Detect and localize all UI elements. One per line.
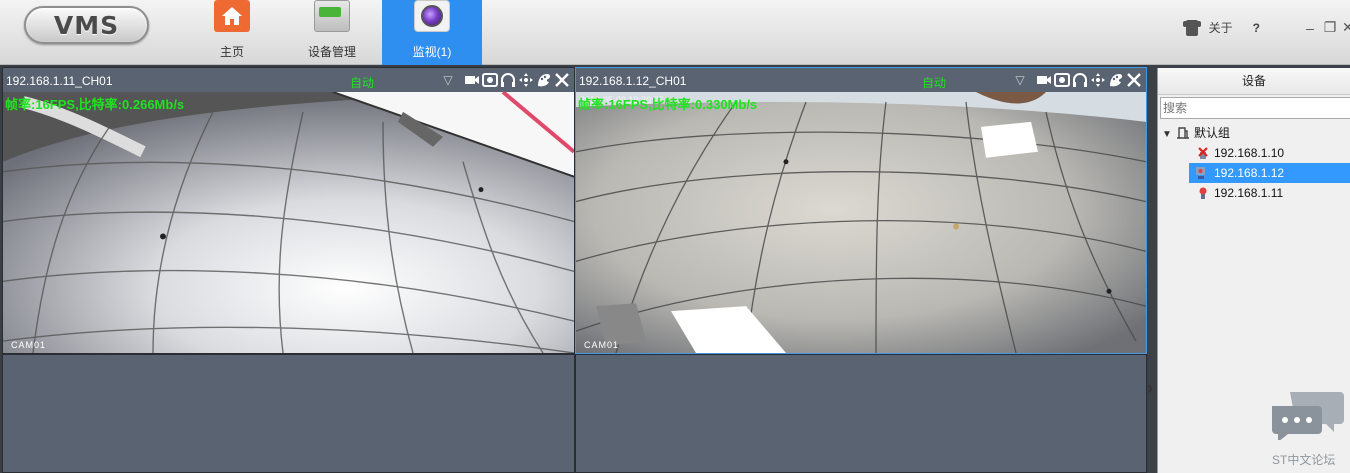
tab-home-label: 主页 <box>219 45 244 59</box>
video-pane-3[interactable] <box>2 354 575 473</box>
video-grid: 192.168.1.11_CH01 自动 ▽ 帧率:16FPS,比特率:0.26… <box>0 65 1148 473</box>
pane-toolbar: ▽ <box>1012 72 1142 88</box>
snapshot-icon[interactable] <box>1054 72 1070 88</box>
pane-title: 192.168.1.11_CH01 <box>6 74 113 88</box>
video-feed-2[interactable]: 2016-05-09 19:30:25 帧率:16FPS,比特率:0.330Mb… <box>576 92 1146 353</box>
close-pane-icon[interactable] <box>554 72 570 88</box>
video-pane-2[interactable]: 192.168.1.12_CH01 自动 ▽ 2016-05-09 19:30:… <box>575 67 1147 354</box>
about-link[interactable]: 关于 <box>1209 19 1233 36</box>
device-item[interactable]: 192.168.1.11 <box>1158 183 1350 203</box>
tshirt-icon[interactable] <box>1182 19 1201 36</box>
device-offline-icon <box>1198 147 1208 159</box>
snapshot-icon[interactable] <box>482 72 498 88</box>
stream-stats: 帧率:16FPS,比特率:0.266Mb/s <box>5 97 185 112</box>
group-icon <box>1177 127 1189 139</box>
pane-toolbar: ▽ <box>440 72 570 88</box>
top-toolbar: VMS 主页 设备管理 监视(1) 关于 ? – ❐ ✕ <box>0 0 1350 65</box>
camera-lens-icon <box>414 0 450 32</box>
video-pane-4[interactable] <box>575 354 1147 473</box>
image-settings-icon[interactable] <box>1108 72 1124 88</box>
forum-chat-icon <box>1272 392 1344 440</box>
video-feed-1[interactable]: 帧率:16FPS,比特率:0.266Mb/s CAM01 <box>3 92 574 353</box>
image-settings-icon[interactable] <box>536 72 552 88</box>
camera-label: CAM01 <box>11 340 47 350</box>
sidebar-title: 设备 <box>1158 68 1350 95</box>
collapse-sidebar-icon[interactable]: › <box>1147 375 1157 401</box>
ptz-icon[interactable] <box>1090 72 1106 88</box>
pane-header: 192.168.1.11_CH01 自动 ▽ <box>3 68 574 92</box>
tab-monitor-label: 监视(1) <box>412 45 452 59</box>
device-online-icon <box>1196 167 1205 179</box>
device-ip: 192.168.1.11 <box>1214 186 1284 200</box>
watermark-text: ST中文论坛 <box>1272 453 1336 467</box>
device-search-input[interactable] <box>1160 97 1350 119</box>
vms-logo: VMS <box>24 6 149 44</box>
tab-device-management-label: 设备管理 <box>307 45 356 59</box>
device-online-icon <box>1199 187 1207 199</box>
ceiling-image-1 <box>3 92 574 353</box>
close-pane-icon[interactable] <box>1126 72 1142 88</box>
home-icon <box>214 0 250 32</box>
device-ip: 192.168.1.10 <box>1214 146 1285 160</box>
pane-title: 192.168.1.12_CH01 <box>579 74 687 88</box>
device-manager-icon <box>314 0 350 32</box>
record-icon[interactable] <box>1036 72 1052 88</box>
dropdown-icon[interactable]: ▽ <box>440 72 456 88</box>
stream-stats: 帧率:16FPS,比特率:0.330Mb/s <box>578 97 758 112</box>
video-pane-1[interactable]: 192.168.1.11_CH01 自动 ▽ 帧率:16FPS,比特率:0.26… <box>2 67 575 354</box>
device-item[interactable]: 192.168.1.10 <box>1158 143 1350 163</box>
ceiling-image-2 <box>576 92 1146 353</box>
expand-arrow-icon[interactable]: ▼ <box>1162 125 1174 145</box>
help-button[interactable]: ? <box>1253 21 1260 35</box>
restore-icon[interactable]: ❐ <box>1322 19 1338 36</box>
device-ip: 192.168.1.12 <box>1214 166 1285 180</box>
headphone-icon[interactable] <box>1072 72 1088 88</box>
group-label: 默认组 <box>1194 126 1231 140</box>
stream-mode[interactable]: 自动 <box>350 74 374 91</box>
ptz-icon[interactable] <box>518 72 534 88</box>
tab-device-management[interactable]: 设备管理 <box>282 0 382 65</box>
device-tree: ▼ 默认组 192.168.1.10 192.168.1.12 192.168.1… <box>1158 123 1350 203</box>
tab-monitor[interactable]: 监视(1) <box>382 0 482 65</box>
close-window-icon[interactable]: ✕ <box>1342 19 1350 36</box>
headphone-icon[interactable] <box>500 72 516 88</box>
tree-group-default[interactable]: ▼ 默认组 <box>1158 123 1350 143</box>
minimize-icon[interactable]: – <box>1302 20 1318 36</box>
tab-home[interactable]: 主页 <box>182 0 282 65</box>
record-icon[interactable] <box>464 72 480 88</box>
window-controls: 关于 ? – ❐ ✕ <box>1182 0 1350 55</box>
stream-mode[interactable]: 自动 <box>922 74 946 91</box>
camera-label: CAM01 <box>584 340 620 350</box>
device-item[interactable]: 192.168.1.12 <box>1189 163 1350 183</box>
pane-header: 192.168.1.12_CH01 自动 ▽ <box>576 68 1146 92</box>
logo-text: VMS <box>53 10 120 40</box>
dropdown-icon[interactable]: ▽ <box>1012 72 1028 88</box>
